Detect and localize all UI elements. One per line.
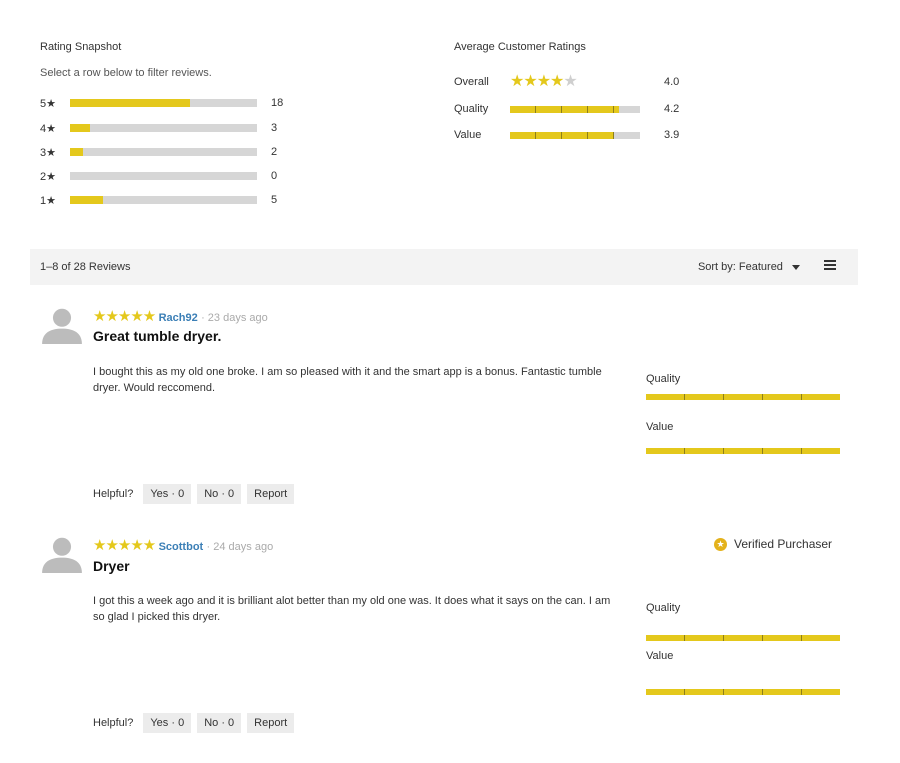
rating-row-count: 0 (271, 170, 278, 182)
quality-value: 4.2 (664, 103, 680, 115)
quality-bar (510, 105, 640, 113)
rating-row-bar (70, 99, 257, 107)
review-stars: ★★★★★ (93, 308, 156, 325)
no-button[interactable]: No · 0 (197, 484, 242, 504)
rating-row-5[interactable]: 5★ 18 (40, 96, 283, 110)
menu-icon[interactable] (824, 259, 840, 273)
star-badge-icon: ★ (714, 537, 727, 551)
star-icon: ★ (563, 73, 577, 90)
value-bar (646, 448, 840, 454)
rating-row-bar (70, 148, 257, 156)
review-title: Great tumble dryer. (93, 328, 222, 344)
sort-label: Sort by: Featured (697, 261, 783, 273)
rating-row-count: 3 (271, 122, 278, 134)
rating-row-label: 5★ (40, 97, 56, 110)
review-body: I got this a week ago and it is brillian… (93, 595, 611, 623)
average-ratings-title: Average Customer Ratings (454, 41, 586, 53)
overall-value: 4.0 (664, 76, 680, 88)
star-icon: ★ (536, 73, 551, 90)
rating-row-2[interactable]: 2★ 0 (40, 169, 277, 183)
caret-down-icon (792, 264, 800, 270)
value-value: 3.9 (664, 129, 680, 141)
rating-snapshot-title: Rating Snapshot (40, 41, 122, 53)
value-bar (646, 689, 840, 695)
star-icon: ★ (510, 73, 524, 90)
rating-row-3[interactable]: 3★ 2 (40, 145, 277, 159)
value-label: Value (454, 129, 482, 141)
quality-label: Quality (454, 103, 489, 115)
rating-row-count: 2 (271, 146, 278, 158)
rating-row-1[interactable]: 1★ 5 (40, 193, 277, 207)
rating-row-label: 4★ (40, 122, 56, 135)
review-date: · 23 days ago (201, 312, 268, 324)
rating-row-label: 2★ (40, 170, 56, 183)
yes-button[interactable]: Yes · 0 (143, 484, 192, 504)
rating-snapshot-subtitle: Select a row below to filter reviews. (40, 67, 212, 79)
report-button[interactable]: Report (247, 484, 295, 504)
review-count: 1–8 of 28 Reviews (40, 261, 131, 273)
rating-row-bar (70, 196, 257, 204)
user-avatar-icon (42, 537, 82, 573)
quality-rating-row: Quality 4.2 (454, 102, 694, 116)
review-avatar (40, 535, 84, 576)
no-button[interactable]: No · 0 (197, 713, 242, 733)
review-avatar (40, 306, 84, 347)
verified-label: Verified Purchaser (734, 537, 833, 551)
quality-label: Quality (646, 602, 681, 614)
helpful-label: Helpful? (93, 488, 134, 500)
quality-bar (646, 635, 840, 641)
star-icon: ★ (523, 73, 537, 90)
helpful-section: Helpful? Yes · 0 No · 0 Report (93, 484, 295, 504)
quality-label: Quality (646, 373, 681, 385)
value-label: Value (646, 650, 674, 662)
review-body: I bought this as my old one broke. I am … (93, 366, 602, 394)
star-icon: ★ (550, 73, 564, 90)
value-label: Value (646, 421, 674, 433)
helpful-label: Helpful? (93, 717, 134, 729)
review-header: ★★★★★ Rach92 · 23 days ago (93, 307, 268, 325)
review-header: ★★★★★ Scottbot · 24 days ago (93, 536, 273, 554)
rating-row-label: 1★ (40, 194, 56, 207)
rating-row-count: 18 (271, 97, 284, 109)
review-title: Dryer (93, 558, 130, 574)
overall-rating-row: Overall ★ ★ ★ ★ ★ 4.0 (454, 73, 694, 90)
user-avatar-icon (42, 308, 82, 344)
review-author[interactable]: Rach92 (159, 312, 198, 324)
review-date: · 24 days ago (206, 541, 274, 553)
review-stars: ★★★★★ (93, 537, 156, 554)
rating-row-4[interactable]: 4★ 3 (40, 121, 277, 135)
overall-stars: ★ ★ ★ ★ ★ (510, 73, 578, 90)
value-rating-row: Value 3.9 (454, 128, 694, 142)
report-button[interactable]: Report (247, 713, 295, 733)
quality-bar (646, 394, 840, 400)
yes-button[interactable]: Yes · 0 (143, 713, 192, 733)
rating-row-count: 5 (271, 194, 278, 206)
verified-purchaser-badge: ★ Verified Purchaser (714, 537, 832, 551)
sort-dropdown[interactable]: Sort by: Featured (698, 261, 800, 273)
review-author[interactable]: Scottbot (159, 541, 204, 553)
rating-row-bar (70, 172, 257, 180)
helpful-section: Helpful? Yes · 0 No · 0 Report (93, 713, 295, 733)
overall-label: Overall (454, 76, 489, 88)
rating-row-label: 3★ (40, 146, 56, 159)
reviews-toolbar: 1–8 of 28 Reviews Sort by: Featured (30, 249, 858, 285)
value-bar (510, 131, 640, 139)
rating-row-bar (70, 124, 257, 132)
